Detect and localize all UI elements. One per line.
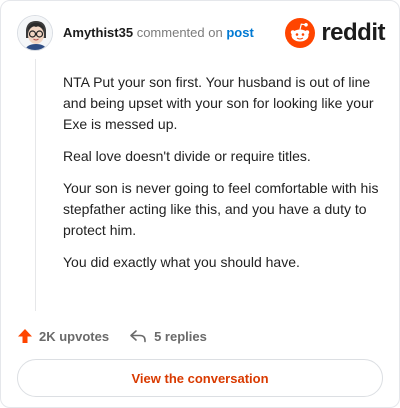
comment-paragraph: You did exactly what you should have. bbox=[63, 254, 300, 270]
author-line: Amythist35 commented on post bbox=[63, 24, 254, 42]
commented-on-text: commented on bbox=[136, 25, 223, 40]
comment-actions: 2K upvotes 5 replies bbox=[17, 325, 207, 347]
thread-line bbox=[35, 59, 36, 311]
reply-icon bbox=[130, 330, 146, 343]
upvote-icon bbox=[18, 329, 32, 343]
upvote-button[interactable]: 2K upvotes bbox=[17, 328, 109, 344]
avatar[interactable] bbox=[17, 15, 53, 51]
reply-count: 5 replies bbox=[154, 328, 207, 344]
brand-wordmark: reddit bbox=[321, 19, 385, 46]
comment-paragraph: Real love doesn't divide or require titl… bbox=[63, 148, 311, 164]
comment-paragraph: NTA Put your son first. Your husband is … bbox=[63, 74, 374, 132]
comment-card: Amythist35 commented on post reddit NTA … bbox=[0, 0, 400, 408]
comment-paragraph: Your son is never going to feel comforta… bbox=[63, 180, 379, 238]
reddit-logo-icon bbox=[285, 18, 316, 48]
avatar-illustration bbox=[18, 16, 52, 50]
post-link[interactable]: post bbox=[226, 25, 253, 40]
view-conversation-button[interactable]: View the conversation bbox=[17, 359, 383, 397]
reddit-brand[interactable]: reddit bbox=[285, 17, 385, 49]
comment-header: Amythist35 commented on post reddit bbox=[17, 15, 385, 53]
author-name[interactable]: Amythist35 bbox=[63, 25, 133, 40]
upvote-count: 2K upvotes bbox=[39, 328, 110, 344]
comment-body: NTA Put your son first. Your husband is … bbox=[63, 72, 381, 284]
replies-button[interactable]: 5 replies bbox=[129, 328, 207, 344]
